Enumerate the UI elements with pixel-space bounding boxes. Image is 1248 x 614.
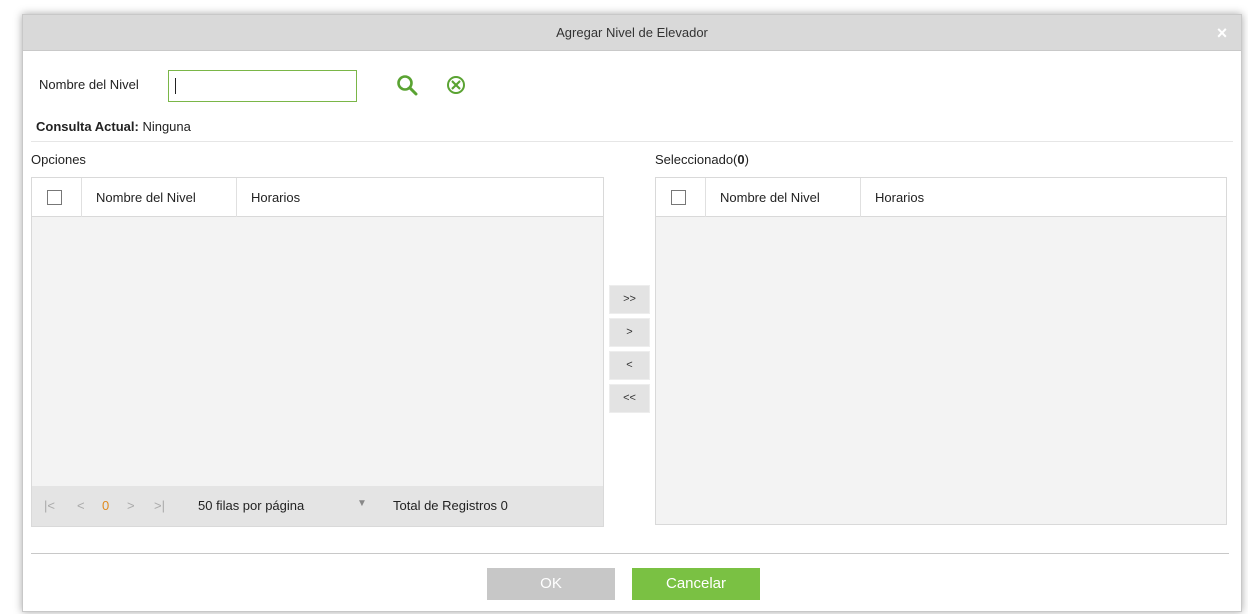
chevron-down-icon[interactable]: ▼ <box>357 498 367 509</box>
options-grid: Nombre del Nivel Horarios |< < 0 > >| 50… <box>31 177 604 527</box>
current-query-value: Ninguna <box>142 119 191 134</box>
options-select-all-checkbox[interactable] <box>47 190 62 205</box>
dialog-titlebar: Agregar Nivel de Elevador × <box>23 15 1241 51</box>
add-all-button[interactable]: >> <box>609 285 650 314</box>
options-column-level-name[interactable]: Nombre del Nivel <box>82 178 237 217</box>
current-page-number: 0 <box>102 498 110 513</box>
remove-all-button[interactable]: << <box>609 384 650 413</box>
options-pager: |< < 0 > >| 50 filas por página ▼ Total … <box>32 486 603 526</box>
selected-select-all-checkbox[interactable] <box>671 190 686 205</box>
level-name-label: Nombre del Nivel <box>39 77 139 92</box>
footer-divider <box>31 553 1229 554</box>
options-column-schedules[interactable]: Horarios <box>237 178 603 217</box>
options-label: Opciones <box>31 152 86 167</box>
add-elevator-level-dialog: Agregar Nivel de Elevador × Nombre del N… <box>22 14 1242 612</box>
total-records: Total de Registros 0 <box>393 498 508 513</box>
selected-select-all-cell <box>656 178 706 217</box>
cancel-button[interactable]: Cancelar <box>632 568 760 600</box>
next-page-button[interactable]: > <box>127 498 135 513</box>
selected-count: 0 <box>737 152 745 167</box>
prev-page-button[interactable]: < <box>77 498 85 513</box>
dialog-title: Agregar Nivel de Elevador <box>556 25 708 40</box>
search-row: Nombre del Nivel <box>23 51 1241 142</box>
selected-label-text: Seleccionado( <box>655 152 738 167</box>
rows-per-page-select[interactable]: 50 filas por página <box>198 498 304 513</box>
clear-circle-icon[interactable] <box>446 75 466 95</box>
selected-column-level-name[interactable]: Nombre del Nivel <box>706 178 861 217</box>
level-name-input[interactable] <box>168 70 357 102</box>
selected-column-schedules[interactable]: Horarios <box>861 178 1226 217</box>
search-icon[interactable] <box>396 74 418 96</box>
selected-grid: Nombre del Nivel Horarios <box>655 177 1227 525</box>
options-grid-header: Nombre del Nivel Horarios <box>32 178 603 217</box>
options-select-all-cell <box>32 178 82 217</box>
search-divider <box>31 141 1233 142</box>
selected-label: Seleccionado(0) <box>655 152 749 167</box>
current-query: Consulta Actual: Ninguna <box>36 119 191 134</box>
text-caret <box>175 78 176 94</box>
remove-selected-button[interactable]: < <box>609 351 650 380</box>
close-button[interactable]: × <box>1211 22 1233 44</box>
first-page-button[interactable]: |< <box>44 498 55 513</box>
selected-grid-header: Nombre del Nivel Horarios <box>656 178 1226 217</box>
last-page-button[interactable]: >| <box>154 498 165 513</box>
ok-button[interactable]: OK <box>487 568 615 600</box>
current-query-label: Consulta Actual: <box>36 119 139 134</box>
selected-label-end: ) <box>744 152 749 167</box>
add-selected-button[interactable]: > <box>609 318 650 347</box>
